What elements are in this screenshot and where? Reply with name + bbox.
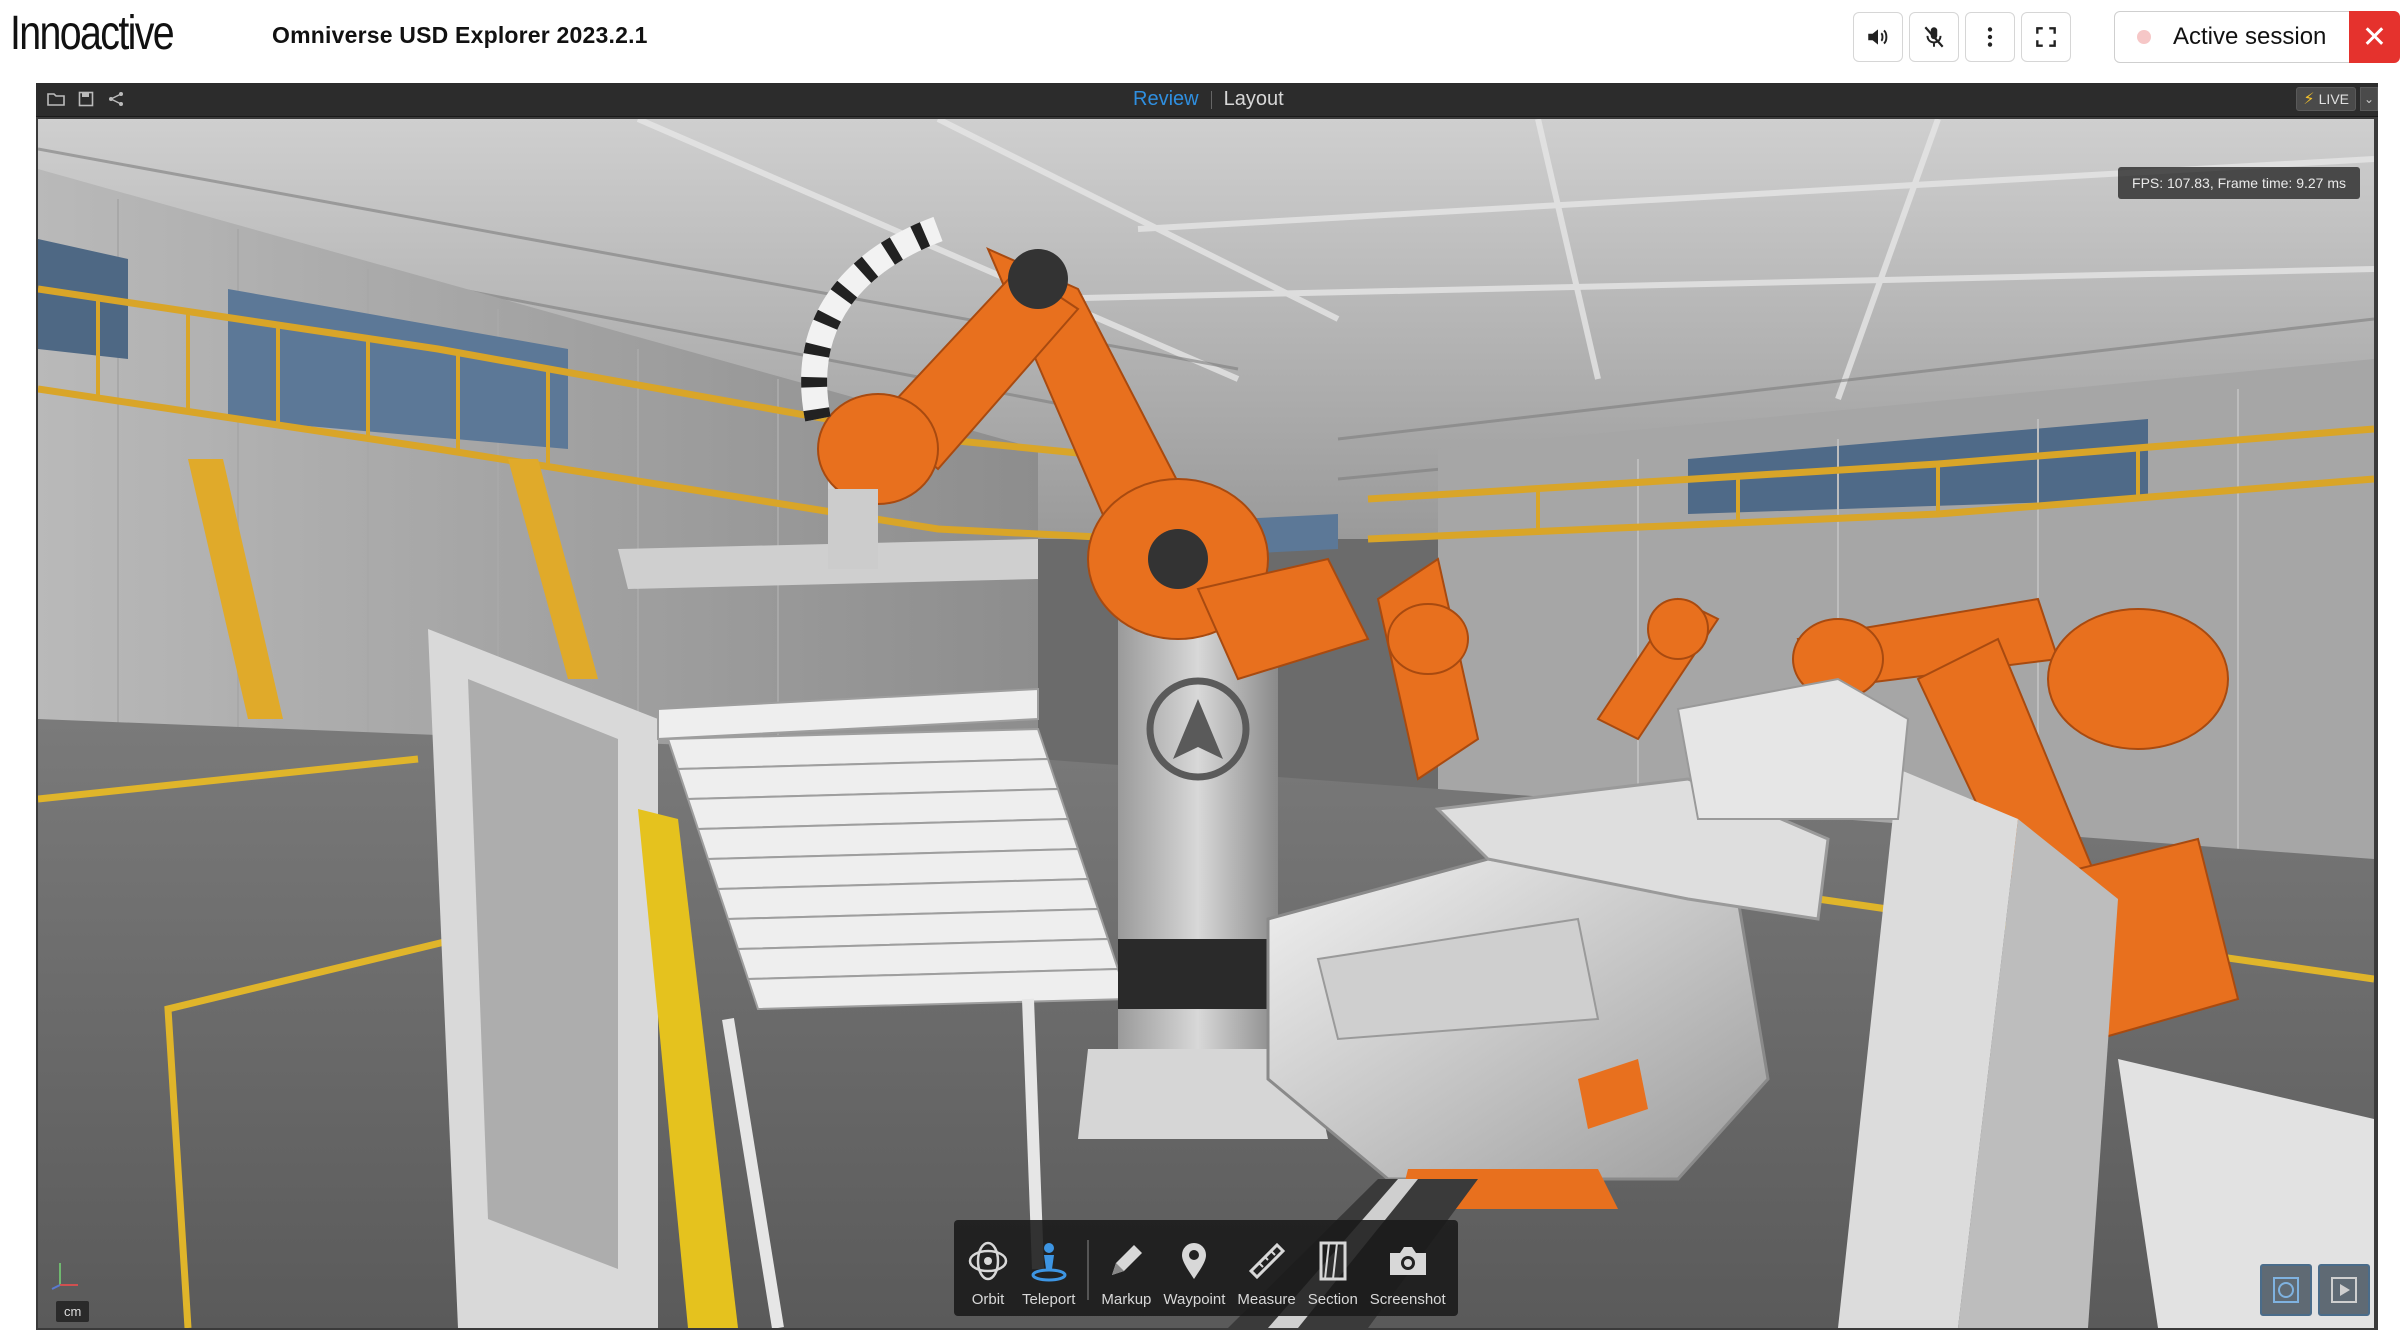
unit-label[interactable]: cm bbox=[56, 1301, 90, 1322]
speaker-icon bbox=[1868, 29, 1888, 45]
teleport-icon bbox=[1031, 1243, 1067, 1282]
camera-icon bbox=[1389, 1247, 1426, 1275]
more-vertical-icon bbox=[1987, 27, 1993, 47]
camera-lens-icon bbox=[2273, 1277, 2299, 1303]
share-icon[interactable] bbox=[106, 89, 126, 109]
orbit-label: Orbit bbox=[971, 1291, 1005, 1308]
tool-strip: Orbit Teleport Markup Waypoint Measure S… bbox=[954, 1220, 1458, 1316]
lightning-icon: ⚡ bbox=[2303, 91, 2315, 108]
more-options-button[interactable] bbox=[1965, 12, 2015, 62]
app-toolbar: Review Layout ⚡ LIVE ⌄ bbox=[36, 83, 2378, 117]
fullscreen-icon bbox=[2036, 27, 2056, 47]
factory-scene bbox=[38, 119, 2374, 1328]
top-bar: Innoactive Omniverse USD Explorer 2023.2… bbox=[0, 0, 2400, 76]
section-icon bbox=[1319, 1241, 1347, 1281]
tab-review[interactable]: Review bbox=[1121, 86, 1211, 113]
active-session-button[interactable]: Active session bbox=[2114, 11, 2350, 63]
waypoint-label: Waypoint bbox=[1163, 1291, 1226, 1308]
map-pin-icon bbox=[1182, 1243, 1207, 1279]
tab-layout[interactable]: Layout bbox=[1212, 86, 1296, 113]
fps-readout: FPS: 107.83, Frame time: 9.27 ms bbox=[2118, 167, 2360, 199]
innoactive-logo: Innoactive bbox=[10, 7, 175, 60]
speaker-button[interactable] bbox=[1853, 12, 1903, 62]
orbit-tool[interactable]: Orbit bbox=[960, 1239, 1016, 1308]
play-icon bbox=[2331, 1277, 2357, 1303]
screenshot-label: Screenshot bbox=[1369, 1291, 1446, 1308]
markup-tool[interactable]: Markup bbox=[1095, 1239, 1157, 1308]
save-icon[interactable] bbox=[76, 89, 96, 109]
app-frame: Review Layout ⚡ LIVE ⌄ FPS: 107.83, Fram… bbox=[36, 83, 2378, 1330]
section-tool[interactable]: Section bbox=[1302, 1239, 1364, 1308]
3d-viewport[interactable]: FPS: 107.83, Frame time: 9.27 ms cm Orbi… bbox=[38, 119, 2374, 1328]
live-dropdown[interactable]: ⌄ bbox=[2360, 87, 2378, 111]
orbit-icon bbox=[968, 1241, 1008, 1281]
markup-label: Markup bbox=[1101, 1291, 1152, 1308]
mic-muted-icon bbox=[1924, 26, 1944, 48]
axis-gizmo-icon bbox=[51, 1263, 78, 1290]
folder-open-icon[interactable] bbox=[46, 89, 66, 109]
session-status-dot bbox=[2137, 30, 2151, 44]
play-button[interactable] bbox=[2318, 1264, 2370, 1316]
end-session-button[interactable]: ✕ bbox=[2349, 11, 2400, 63]
live-label: LIVE bbox=[2318, 91, 2349, 107]
close-icon: ✕ bbox=[2361, 20, 2388, 54]
fullscreen-button[interactable] bbox=[2021, 12, 2071, 62]
screenshot-tool[interactable]: Screenshot bbox=[1364, 1239, 1452, 1308]
waypoint-tool[interactable]: Waypoint bbox=[1157, 1239, 1231, 1308]
measure-tool[interactable]: Measure bbox=[1231, 1239, 1301, 1308]
teleport-tool[interactable]: Teleport bbox=[1016, 1239, 1081, 1308]
camera-settings-button[interactable] bbox=[2260, 1264, 2312, 1316]
section-label: Section bbox=[1307, 1291, 1358, 1308]
teleport-label: Teleport bbox=[1022, 1291, 1076, 1308]
live-button[interactable]: ⚡ LIVE bbox=[2296, 87, 2356, 111]
app-title: Omniverse USD Explorer 2023.2.1 bbox=[272, 22, 648, 48]
pencil-icon bbox=[1112, 1245, 1143, 1275]
chevron-down-icon: ⌄ bbox=[2363, 92, 2375, 106]
measure-label: Measure bbox=[1237, 1291, 1296, 1308]
session-label: Active session bbox=[2173, 23, 2327, 50]
tool-divider bbox=[1087, 1240, 1090, 1300]
microphone-button[interactable] bbox=[1909, 12, 1959, 62]
ruler-icon bbox=[1248, 1242, 1285, 1280]
